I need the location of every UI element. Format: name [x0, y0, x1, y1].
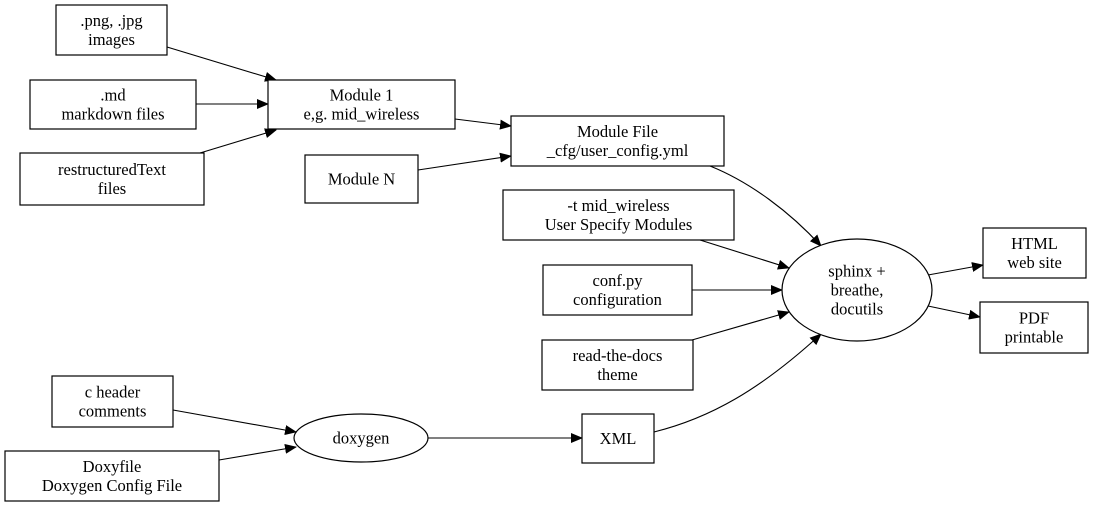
node-markdown: .mdmarkdown files	[29, 79, 197, 130]
edge-doxyfile-to-doxygen	[218, 443, 297, 461]
node-label: Module File	[577, 122, 658, 141]
node-xml: XML	[581, 413, 655, 464]
node-module1: Module 1e,g. mid_wireless	[267, 79, 456, 130]
node-html: HTMLweb site	[982, 227, 1087, 279]
node-label: comments	[79, 402, 147, 421]
edge-sphinx-to-html	[927, 262, 984, 276]
node-label: breathe,	[831, 281, 884, 300]
node-usermodules: -t mid_wirelessUser Specify Modules	[502, 189, 735, 241]
node-label: Doxygen Config File	[42, 476, 182, 495]
edge-moduleN-to-modulefile	[417, 152, 512, 171]
node-label: User Specify Modules	[545, 215, 693, 234]
node-label: restructuredText	[58, 160, 166, 179]
node-label: markdown files	[61, 105, 164, 124]
node-moduleN: Module N	[304, 154, 419, 204]
node-sphinx: sphinx +breathe,docutils	[781, 238, 933, 342]
node-rst: restructuredTextfiles	[19, 152, 205, 206]
node-label: -t mid_wireless	[567, 196, 669, 215]
node-label: Doxyfile	[83, 457, 142, 476]
node-label: sphinx +	[828, 262, 885, 281]
node-label: printable	[1005, 328, 1064, 347]
edge-module1-to-modulefile	[454, 118, 512, 130]
edge-rst-to-module1	[199, 128, 277, 154]
node-label: c header	[85, 383, 141, 402]
node-label: doxygen	[333, 429, 390, 448]
node-modulefile: Module File_cfg/user_config.yml	[510, 115, 725, 167]
node-images: .png, .jpgimages	[55, 4, 168, 56]
edge-rtdtheme-to-sphinx	[691, 310, 790, 341]
edge-sphinx-to-pdf	[927, 305, 981, 320]
node-label: Module N	[328, 170, 395, 189]
node-doxyfile: DoxyfileDoxygen Config File	[4, 450, 220, 502]
node-label: conf.py	[593, 271, 644, 290]
node-label: configuration	[573, 290, 662, 309]
node-label: images	[88, 30, 135, 49]
node-label: PDF	[1019, 309, 1049, 328]
node-cheader: c headercomments	[51, 375, 174, 428]
node-label: theme	[597, 365, 637, 384]
node-label: read-the-docs	[573, 346, 663, 365]
edge-cheader-to-doxygen	[172, 409, 297, 435]
node-label: files	[98, 179, 126, 198]
edge-images-to-module1	[166, 46, 277, 82]
node-label: _cfg/user_config.yml	[546, 141, 689, 160]
node-label: docutils	[831, 300, 883, 319]
node-label: .png, .jpg	[80, 11, 142, 30]
edge-usermodules-to-sphinx	[699, 239, 790, 270]
node-label: Module 1	[330, 86, 394, 105]
node-confpy: conf.pyconfiguration	[542, 264, 693, 316]
node-pdf: PDFprintable	[979, 301, 1089, 354]
node-label: e,g. mid_wireless	[304, 105, 420, 124]
node-label: web site	[1007, 253, 1062, 272]
nodes: .png, .jpgimages .mdmarkdown files restruc…	[4, 4, 1089, 502]
flow-diagram: .png, .jpgimages .mdmarkdown files restruc…	[4, 4, 1089, 502]
node-rtdtheme: read-the-docstheme	[541, 339, 694, 391]
node-label: .md	[100, 86, 126, 105]
node-label: XML	[600, 429, 637, 448]
node-label: HTML	[1011, 234, 1058, 253]
node-doxygen: doxygen	[293, 413, 429, 463]
